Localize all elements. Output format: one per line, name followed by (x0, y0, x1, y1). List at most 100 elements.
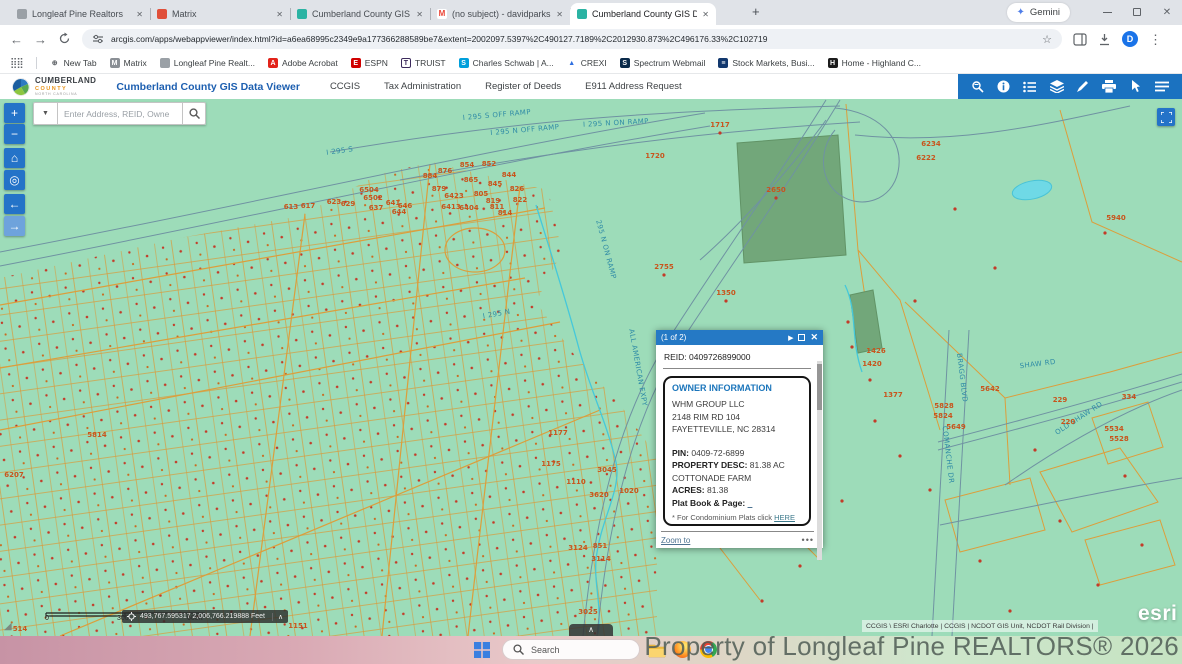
bookmark-item[interactable]: TTRUIST (401, 58, 446, 68)
browser-tab[interactable]: Cumberland County GIS Data V✕ (290, 3, 430, 25)
bookmark-item[interactable]: AAdobe Acrobat (268, 58, 338, 68)
parcel-label: 613 (284, 203, 299, 211)
bookmark-item[interactable]: MMatrix (110, 58, 147, 68)
parcel-label: 3114 (591, 555, 611, 563)
condo-here-link[interactable]: HERE (774, 513, 795, 522)
tab-close-icon[interactable]: ✕ (416, 10, 423, 19)
gis-header-link[interactable]: CCGIS (330, 81, 360, 92)
browser-tab[interactable]: Longleaf Pine Realtors✕ (10, 3, 150, 25)
zoom-out-button[interactable]: − (4, 124, 25, 144)
info-icon[interactable] (997, 80, 1010, 93)
url-bar[interactable]: arcgis.com/apps/webappviewer/index.html?… (82, 29, 1062, 49)
gis-header-link[interactable]: E911 Address Request (585, 81, 681, 92)
bookmark-label: Home - Highland C... (842, 58, 921, 68)
bookmark-item[interactable]: SSpectrum Webmail (620, 58, 706, 68)
back-button[interactable]: ← (10, 33, 23, 46)
apps-grid-icon[interactable]: ⣿⣿ (10, 58, 23, 69)
popup-scrollbar[interactable] (817, 361, 822, 560)
query-search-icon[interactable] (971, 80, 984, 93)
maximize-button[interactable] (1122, 0, 1152, 24)
plat-link[interactable]: _ (748, 498, 753, 508)
browser-tab[interactable]: Matrix✕ (150, 3, 290, 25)
popup-titlebar[interactable]: (1 of 2) ▶ ✕ (656, 330, 823, 345)
browser-tab[interactable]: Cumberland County GIS Data ✕ (570, 3, 716, 25)
browser-menu-icon[interactable]: ⋮ (1149, 33, 1162, 46)
map-search-widget: ▼ (33, 102, 206, 125)
bookmark-item[interactable]: ≡Stock Markets, Busi... (718, 58, 814, 68)
layers-icon[interactable] (1050, 80, 1064, 93)
draw-icon[interactable] (1076, 80, 1089, 93)
zoom-to-link[interactable]: Zoom to (661, 536, 690, 545)
bookmark-item[interactable]: Longleaf Pine Realt... (160, 58, 255, 68)
browser-tab[interactable]: M(no subject) - davidparkshelms✕ (430, 3, 570, 25)
bookmark-item[interactable]: HHome - Highland C... (828, 58, 921, 68)
coordinates-expand-icon[interactable]: ∧ (272, 613, 283, 621)
parcel-label: 1110 (566, 478, 586, 486)
popup-next-icon[interactable]: ▶ (788, 334, 793, 342)
parcel-label: 1175 (541, 460, 561, 468)
menu-icon[interactable] (1155, 81, 1169, 92)
popup-close-icon[interactable]: ✕ (810, 332, 818, 343)
search-icon (513, 644, 524, 655)
tab-close-icon[interactable]: ✕ (136, 10, 143, 19)
divider (36, 57, 37, 69)
zoom-in-button[interactable]: + (4, 103, 25, 123)
popup-scrollbar-thumb[interactable] (817, 364, 822, 410)
bookmark-item[interactable]: SCharles Schwab | A... (459, 58, 554, 68)
forward-button[interactable]: → (34, 33, 47, 46)
bookmark-item[interactable]: ⊕New Tab (50, 58, 97, 68)
parcel-label: 851 (593, 542, 608, 550)
owner-info-header: OWNER INFORMATION (672, 383, 802, 393)
tab-favicon-icon (577, 9, 587, 19)
parcel-label: 845 (488, 180, 503, 188)
attribute-table-toggle[interactable]: ∧ (569, 624, 613, 636)
county-logo[interactable]: CUMBERLAND COUNTY NORTH CAROLINA (12, 77, 96, 96)
url-text[interactable]: arcgis.com/apps/webappviewer/index.html?… (111, 34, 1035, 44)
owner-address2: FAYETTEVILLE, NC 28314 (672, 423, 802, 436)
profile-avatar[interactable]: D (1122, 31, 1138, 47)
coordinates-widget[interactable]: 493,767.595317 2,006,766.219888 Feet ∧ (122, 610, 288, 623)
parcel-label: 637 (369, 204, 384, 212)
start-button[interactable] (474, 642, 490, 663)
gis-header-link[interactable]: Register of Deeds (485, 81, 561, 92)
tab-close-icon[interactable]: ✕ (556, 10, 563, 19)
popup-pager: (1 of 2) (661, 333, 686, 342)
bookmark-item[interactable]: ▲CREXI (567, 58, 607, 68)
download-icon[interactable] (1098, 33, 1111, 46)
reload-button[interactable] (58, 32, 71, 47)
search-input[interactable] (58, 102, 182, 125)
tab-close-icon[interactable]: ✕ (702, 10, 709, 19)
search-source-dropdown[interactable]: ▼ (33, 102, 58, 125)
tab-close-icon[interactable]: ✕ (276, 10, 283, 19)
parcel-label: 1020 (619, 487, 639, 495)
parcel-label: 6423 (444, 192, 464, 200)
taskbar-search[interactable]: Search (502, 639, 640, 660)
select-icon[interactable] (1129, 80, 1142, 93)
popup-more-icon[interactable]: ••• (802, 535, 814, 545)
legend-list-icon[interactable] (1023, 81, 1037, 93)
popup-maximize-icon[interactable] (798, 334, 805, 341)
new-tab-button[interactable]: + (752, 4, 760, 19)
next-extent-button[interactable]: → (4, 216, 25, 236)
home-extent-button[interactable]: ⌂ (4, 148, 25, 168)
map-canvas[interactable]: I 295 S OFF RAMPI 295 N OFF RAMPI 295 N … (0, 99, 1182, 636)
gis-header-link[interactable]: Tax Administration (384, 81, 461, 92)
bookmark-item[interactable]: EESPN (351, 58, 388, 68)
bookmark-label: Stock Markets, Busi... (732, 58, 814, 68)
side-panel-icon[interactable] (1073, 33, 1087, 46)
fullscreen-button[interactable] (1157, 108, 1175, 126)
my-location-button[interactable]: ◎ (4, 170, 25, 190)
site-settings-icon[interactable] (92, 33, 104, 45)
bookmark-label: Charles Schwab | A... (473, 58, 554, 68)
parcel-label: 822 (513, 196, 528, 204)
search-button[interactable] (182, 102, 206, 125)
print-icon[interactable] (1102, 80, 1116, 93)
tab-label: Cumberland County GIS Data (592, 9, 697, 19)
parcel-label: 884 (423, 172, 438, 180)
gemini-button[interactable]: ✦ Gemini (1007, 3, 1070, 22)
close-button[interactable]: ✕ (1152, 0, 1182, 24)
bookmark-star-icon[interactable]: ☆ (1042, 33, 1052, 46)
bookmark-label: Matrix (124, 58, 147, 68)
previous-extent-button[interactable]: ← (4, 194, 25, 214)
minimize-button[interactable] (1092, 0, 1122, 24)
